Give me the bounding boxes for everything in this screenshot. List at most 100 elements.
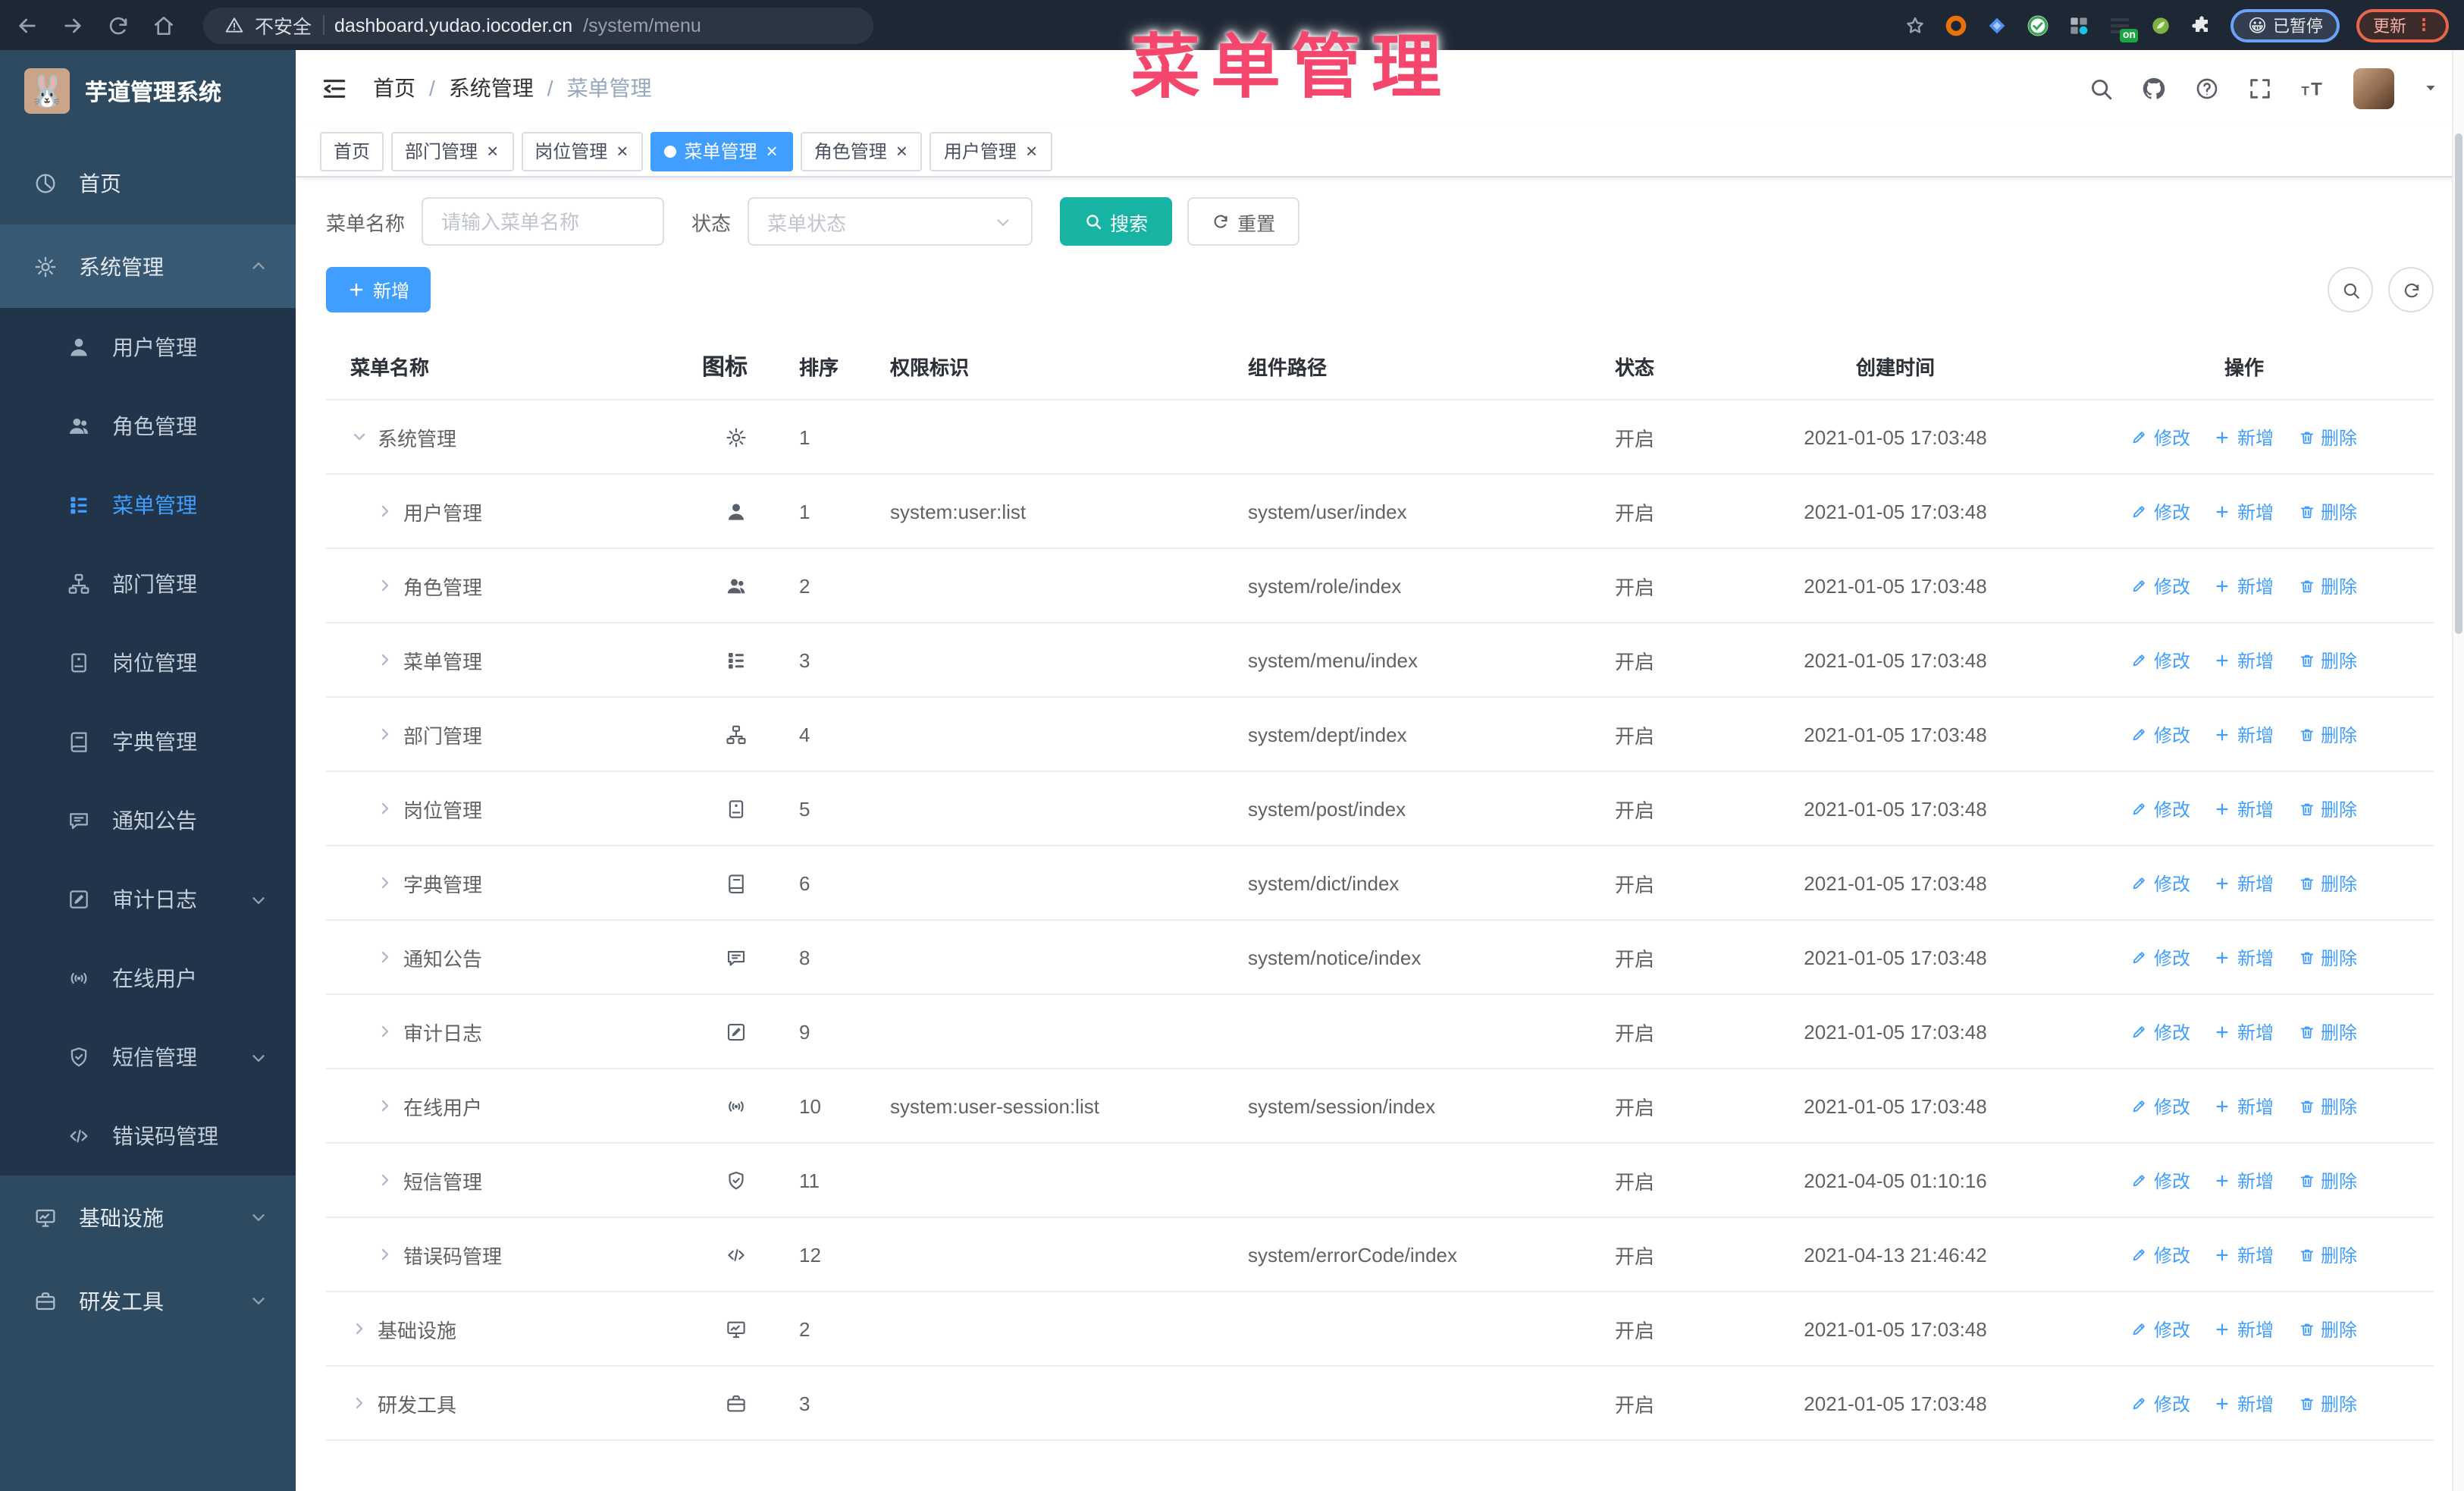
add-link[interactable]: 新增 bbox=[2215, 573, 2274, 598]
table-row[interactable]: 短信管理 11 开启 2021-04-05 01:10:16 修改 新增 删除 bbox=[326, 1144, 2434, 1218]
extensions-puzzle-icon[interactable] bbox=[2190, 13, 2215, 37]
sidebar-item[interactable]: 角色管理 bbox=[0, 387, 296, 466]
delete-link[interactable]: 删除 bbox=[2298, 870, 2357, 896]
expand-caret-icon[interactable] bbox=[376, 651, 394, 669]
expand-caret-icon[interactable] bbox=[350, 428, 368, 446]
expand-caret-icon[interactable] bbox=[376, 576, 394, 595]
add-link[interactable]: 新增 bbox=[2215, 1167, 2274, 1193]
tab[interactable]: 菜单管理 × bbox=[650, 131, 793, 171]
expand-caret-icon[interactable] bbox=[350, 1320, 368, 1338]
sidebar-item[interactable]: 系统管理 bbox=[0, 224, 296, 308]
url-domain[interactable]: dashboard.yudao.iocoder.cn bbox=[334, 14, 572, 36]
expand-caret-icon[interactable] bbox=[376, 1245, 394, 1263]
breadcrumb-system[interactable]: 系统管理 bbox=[449, 73, 534, 103]
sidebar-item[interactable]: 用户管理 bbox=[0, 308, 296, 387]
toggle-search-button[interactable] bbox=[2328, 267, 2373, 312]
add-link[interactable]: 新增 bbox=[2215, 870, 2274, 896]
extension-on-badge-icon[interactable]: on bbox=[2108, 13, 2139, 42]
table-row[interactable]: 研发工具 3 开启 2021-01-05 17:03:48 修改 新增 删除 bbox=[326, 1367, 2434, 1441]
edit-link[interactable]: 修改 bbox=[2131, 498, 2190, 524]
tab[interactable]: 用户管理 × bbox=[929, 131, 1053, 171]
expand-caret-icon[interactable] bbox=[376, 799, 394, 818]
add-link[interactable]: 新增 bbox=[2215, 424, 2274, 450]
edit-link[interactable]: 修改 bbox=[2131, 796, 2190, 821]
delete-link[interactable]: 删除 bbox=[2298, 1241, 2357, 1267]
add-button[interactable]: 新增 bbox=[326, 267, 431, 312]
add-link[interactable]: 新增 bbox=[2215, 1241, 2274, 1267]
table-row[interactable]: 在线用户 10 system:user-session:list system/… bbox=[326, 1069, 2434, 1144]
reset-button[interactable]: 重置 bbox=[1187, 197, 1300, 246]
sidebar-item[interactable]: 部门管理 bbox=[0, 545, 296, 623]
edit-link[interactable]: 修改 bbox=[2131, 647, 2190, 673]
expand-caret-icon[interactable] bbox=[376, 1171, 394, 1189]
table-row[interactable]: 系统管理 1 开启 2021-01-05 17:03:48 修改 新增 删除 bbox=[326, 400, 2434, 475]
sidebar-item[interactable]: 错误码管理 bbox=[0, 1097, 296, 1176]
sidebar-item[interactable]: 研发工具 bbox=[0, 1259, 296, 1342]
url-path[interactable]: /system/menu bbox=[583, 14, 701, 36]
add-link[interactable]: 新增 bbox=[2215, 944, 2274, 970]
page-scrollbar[interactable] bbox=[2452, 50, 2464, 1491]
edit-link[interactable]: 修改 bbox=[2131, 944, 2190, 970]
delete-link[interactable]: 删除 bbox=[2298, 573, 2357, 598]
delete-link[interactable]: 删除 bbox=[2298, 1167, 2357, 1193]
tab[interactable]: 角色管理 × bbox=[800, 131, 923, 171]
tab-close-icon[interactable]: × bbox=[615, 141, 629, 161]
home-icon[interactable] bbox=[152, 13, 176, 37]
add-link[interactable]: 新增 bbox=[2215, 796, 2274, 821]
expand-caret-icon[interactable] bbox=[376, 948, 394, 966]
paused-extension-badge[interactable]: 😀 已暂停 bbox=[2230, 8, 2340, 42]
add-link[interactable]: 新增 bbox=[2215, 1316, 2274, 1342]
table-row[interactable]: 审计日志 9 开启 2021-01-05 17:03:48 修改 新增 删除 bbox=[326, 995, 2434, 1069]
expand-caret-icon[interactable] bbox=[376, 725, 394, 743]
delete-link[interactable]: 删除 bbox=[2298, 498, 2357, 524]
kebab-menu-icon[interactable]: ⋮ bbox=[2415, 15, 2432, 35]
search-button[interactable]: 搜索 bbox=[1060, 197, 1173, 246]
sidebar-item[interactable]: 字典管理 bbox=[0, 702, 296, 781]
delete-link[interactable]: 删除 bbox=[2298, 1093, 2357, 1119]
edit-link[interactable]: 修改 bbox=[2131, 721, 2190, 747]
edit-link[interactable]: 修改 bbox=[2131, 1390, 2190, 1416]
menu-name-input[interactable] bbox=[422, 197, 665, 246]
extension-leaf-icon[interactable] bbox=[2149, 13, 2174, 37]
table-row[interactable]: 部门管理 4 system/dept/index 开启 2021-01-05 1… bbox=[326, 698, 2434, 772]
add-link[interactable]: 新增 bbox=[2215, 721, 2274, 747]
table-row[interactable]: 通知公告 8 system/notice/index 开启 2021-01-05… bbox=[326, 921, 2434, 995]
breadcrumb-home[interactable]: 首页 bbox=[373, 73, 415, 103]
fullscreen-icon[interactable] bbox=[2247, 75, 2273, 101]
reload-icon[interactable] bbox=[106, 13, 130, 37]
expand-caret-icon[interactable] bbox=[376, 1022, 394, 1041]
edit-link[interactable]: 修改 bbox=[2131, 1019, 2190, 1044]
github-icon[interactable] bbox=[2141, 75, 2167, 101]
avatar-caret-down-icon[interactable] bbox=[2422, 79, 2440, 97]
delete-link[interactable]: 删除 bbox=[2298, 721, 2357, 747]
add-link[interactable]: 新增 bbox=[2215, 1093, 2274, 1119]
address-bar[interactable]: 不安全 dashboard.yudao.iocoder.cn/system/me… bbox=[203, 7, 873, 43]
edit-link[interactable]: 修改 bbox=[2131, 1241, 2190, 1267]
delete-link[interactable]: 删除 bbox=[2298, 1316, 2357, 1342]
edit-link[interactable]: 修改 bbox=[2131, 1093, 2190, 1119]
sidebar-item[interactable]: 首页 bbox=[0, 141, 296, 224]
extension-orange-icon[interactable] bbox=[1945, 13, 1969, 37]
expand-caret-icon[interactable] bbox=[376, 1097, 394, 1115]
bookmark-star-icon[interactable] bbox=[1904, 13, 1928, 37]
font-size-icon[interactable]: TT bbox=[2300, 75, 2326, 101]
edit-link[interactable]: 修改 bbox=[2131, 870, 2190, 896]
delete-link[interactable]: 删除 bbox=[2298, 647, 2357, 673]
add-link[interactable]: 新增 bbox=[2215, 1390, 2274, 1416]
table-row[interactable]: 岗位管理 5 system/post/index 开启 2021-01-05 1… bbox=[326, 772, 2434, 846]
table-row[interactable]: 基础设施 2 开启 2021-01-05 17:03:48 修改 新增 删除 bbox=[326, 1292, 2434, 1367]
sidebar-item[interactable]: 短信管理 bbox=[0, 1018, 296, 1097]
sidebar-item[interactable]: 菜单管理 bbox=[0, 466, 296, 545]
sidebar-item[interactable]: 审计日志 bbox=[0, 860, 296, 939]
add-link[interactable]: 新增 bbox=[2215, 647, 2274, 673]
tab-close-icon[interactable]: × bbox=[1024, 141, 1039, 161]
sidebar-fold-icon[interactable] bbox=[320, 74, 349, 102]
delete-link[interactable]: 删除 bbox=[2298, 1019, 2357, 1044]
table-row[interactable]: 字典管理 6 system/dict/index 开启 2021-01-05 1… bbox=[326, 846, 2434, 921]
table-row[interactable]: 用户管理 1 system:user:list system/user/inde… bbox=[326, 475, 2434, 549]
add-link[interactable]: 新增 bbox=[2215, 498, 2274, 524]
edit-link[interactable]: 修改 bbox=[2131, 424, 2190, 450]
user-avatar[interactable] bbox=[2353, 67, 2394, 108]
refresh-table-button[interactable] bbox=[2388, 267, 2434, 312]
scrollbar-thumb[interactable] bbox=[2455, 133, 2462, 634]
